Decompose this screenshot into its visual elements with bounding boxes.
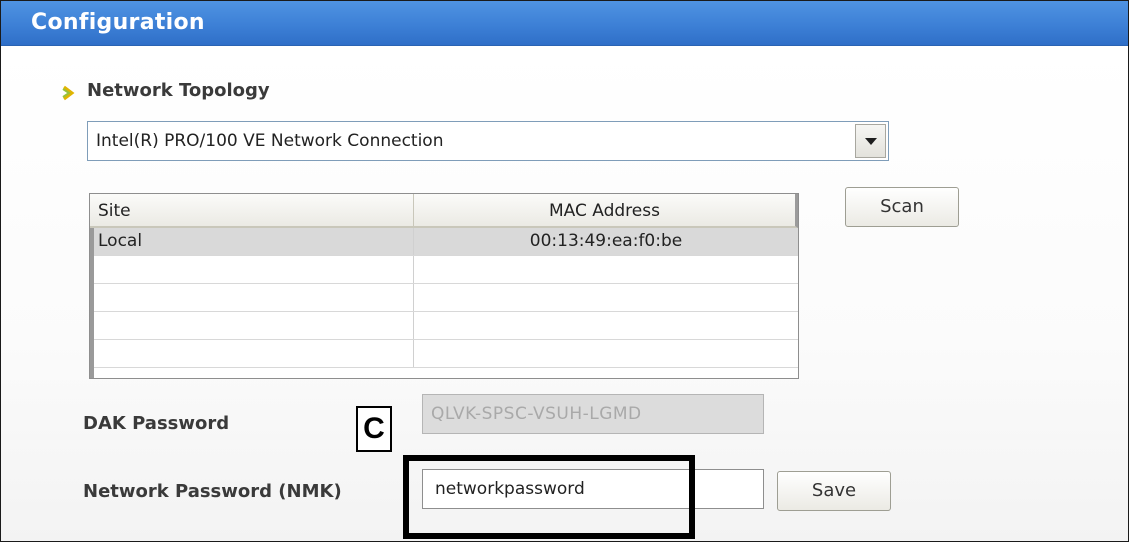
table-row[interactable] (90, 340, 798, 368)
cell-site-text: Local (98, 231, 143, 251)
cell-mac: 00:13:49:ea:f0:be (414, 228, 798, 255)
cell-site (90, 312, 414, 339)
table-row[interactable] (90, 256, 798, 284)
dak-password-field: QLVK-SPSC-VSUH-LGMD (422, 394, 764, 434)
chevron-down-icon (865, 138, 877, 145)
column-header-mac-label: MAC Address (549, 201, 660, 221)
nmk-password-label: Network Password (NMK) (83, 481, 342, 502)
cell-mac (414, 256, 798, 283)
dak-password-value: QLVK-SPSC-VSUH-LGMD (431, 404, 642, 424)
nmk-password-field[interactable] (422, 469, 764, 509)
site-table: Site MAC Address Local 00:13:49:ea:f0:be (89, 193, 799, 379)
table-left-edge (90, 228, 94, 378)
cell-mac (414, 340, 798, 367)
cell-mac (414, 284, 798, 311)
column-header-mac[interactable]: MAC Address (414, 194, 798, 228)
adapter-dropdown[interactable]: Intel(R) PRO/100 VE Network Connection (87, 121, 889, 161)
table-row[interactable]: Local 00:13:49:ea:f0:be (90, 228, 798, 256)
nmk-password-input[interactable] (423, 470, 763, 508)
title-bar: Configuration (1, 1, 1128, 46)
window-title: Configuration (31, 10, 205, 35)
dropdown-button[interactable] (855, 124, 886, 158)
dak-password-label: DAK Password (83, 413, 230, 434)
table-row[interactable] (90, 284, 798, 312)
column-header-site-label: Site (98, 201, 131, 221)
cell-site: Local (90, 228, 414, 255)
table-row[interactable] (90, 312, 798, 340)
callout-label: C (356, 406, 392, 452)
cell-site (90, 340, 414, 367)
arrow-icon (62, 85, 75, 101)
section-title: Network Topology (87, 80, 270, 101)
configuration-window: Configuration Network Topology Intel(R) … (0, 0, 1129, 542)
save-button[interactable]: Save (777, 471, 891, 511)
cell-mac-text: 00:13:49:ea:f0:be (529, 231, 683, 251)
cell-site (90, 256, 414, 283)
column-header-site[interactable]: Site (90, 194, 414, 228)
cell-site (90, 284, 414, 311)
scan-button[interactable]: Scan (845, 187, 959, 227)
adapter-dropdown-value: Intel(R) PRO/100 VE Network Connection (96, 131, 444, 151)
cell-mac (414, 312, 798, 339)
